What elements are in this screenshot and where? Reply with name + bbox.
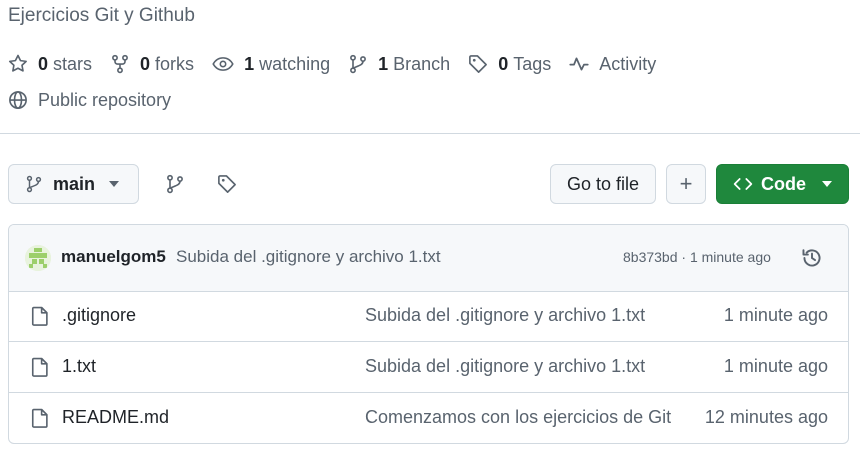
file-name[interactable]: 1.txt [62, 356, 96, 377]
visibility: Public repository [8, 88, 171, 112]
file-icon [31, 306, 48, 326]
code-button[interactable]: Code [716, 164, 849, 204]
commit-hash-time[interactable]: 8b373bd · 1 minute ago [623, 249, 771, 265]
tags-button[interactable] [207, 164, 247, 204]
code-label: Code [761, 173, 806, 194]
watching-count: 1 [244, 53, 255, 74]
activity-link[interactable]: Activity [569, 54, 656, 75]
branch-icon [26, 175, 42, 193]
file-age: 1 minute ago [723, 356, 828, 376]
star-icon [8, 54, 27, 72]
chevron-down-icon [822, 181, 832, 187]
file-commit-message[interactable]: Subida del .gitignore y archivo 1.txt [365, 305, 645, 326]
avatar[interactable] [25, 245, 51, 271]
repo-description: Ejercicios Git y Github [8, 5, 195, 26]
forks-count: 0 [140, 53, 151, 74]
go-to-file-button[interactable]: Go to file [550, 164, 656, 204]
file-commit-message[interactable]: Subida del .gitignore y archivo 1.txt [365, 356, 645, 377]
history-icon[interactable] [801, 247, 823, 269]
forks-label: forks [155, 53, 195, 74]
table-row: README.md Comenzamos con los ejercicios … [9, 393, 848, 443]
commit-message[interactable]: Subida del .gitignore y archivo 1.txt [176, 247, 441, 267]
branch-label: Branch [393, 53, 451, 74]
activity-label: Activity [599, 53, 657, 74]
branch-icon [350, 54, 367, 74]
tags-link[interactable]: 0 Tags [468, 54, 551, 75]
forks-link[interactable]: 0 forks [110, 54, 194, 75]
header-divider [0, 133, 860, 134]
stars-link[interactable]: 0 stars [8, 54, 92, 75]
globe-icon [9, 91, 27, 109]
pulse-icon [569, 57, 589, 71]
watching-label: watching [259, 53, 331, 74]
file-icon [31, 357, 48, 377]
branches-button[interactable] [155, 164, 195, 204]
file-name[interactable]: .gitignore [62, 305, 136, 326]
commit-author[interactable]: manuelgom5 [61, 247, 166, 267]
table-row: .gitignore Subida del .gitignore y archi… [9, 291, 848, 342]
branch-selector-button[interactable]: main [8, 164, 139, 204]
tag-icon [469, 55, 488, 73]
branch-icon [167, 174, 183, 194]
watching-link[interactable]: 1 watching [212, 54, 330, 75]
tag-icon [218, 175, 236, 193]
branch-name: main [53, 173, 96, 194]
file-commit-message[interactable]: Comenzamos con los ejercicios de Git [365, 407, 671, 428]
fork-icon [112, 54, 128, 74]
chevron-down-icon [109, 181, 120, 187]
branch-count: 1 [378, 53, 389, 74]
stars-count: 0 [38, 53, 49, 74]
stars-label: stars [53, 53, 93, 74]
file-icon [31, 408, 48, 428]
branches-link[interactable]: 1 Branch [348, 54, 450, 75]
tags-count: 0 [498, 53, 509, 74]
file-browser: manuelgom5 Subida del .gitignore y archi… [8, 224, 849, 444]
table-row: 1.txt Subida del .gitignore y archivo 1.… [9, 342, 848, 393]
latest-commit-bar: manuelgom5 Subida del .gitignore y archi… [9, 225, 848, 292]
code-icon [733, 178, 753, 190]
identicon-icon [25, 245, 51, 271]
file-age: 1 minute ago [723, 305, 828, 325]
eye-icon [212, 57, 234, 71]
tags-label: Tags [513, 53, 552, 74]
visibility-label: Public repository [38, 89, 172, 110]
file-name[interactable]: README.md [62, 407, 169, 428]
add-file-button[interactable]: + [666, 164, 706, 204]
file-age: 12 minutes ago [704, 407, 828, 427]
repo-stats: 0 stars 0 forks 1 watching 1 Branch 0 Ta… [8, 52, 674, 76]
